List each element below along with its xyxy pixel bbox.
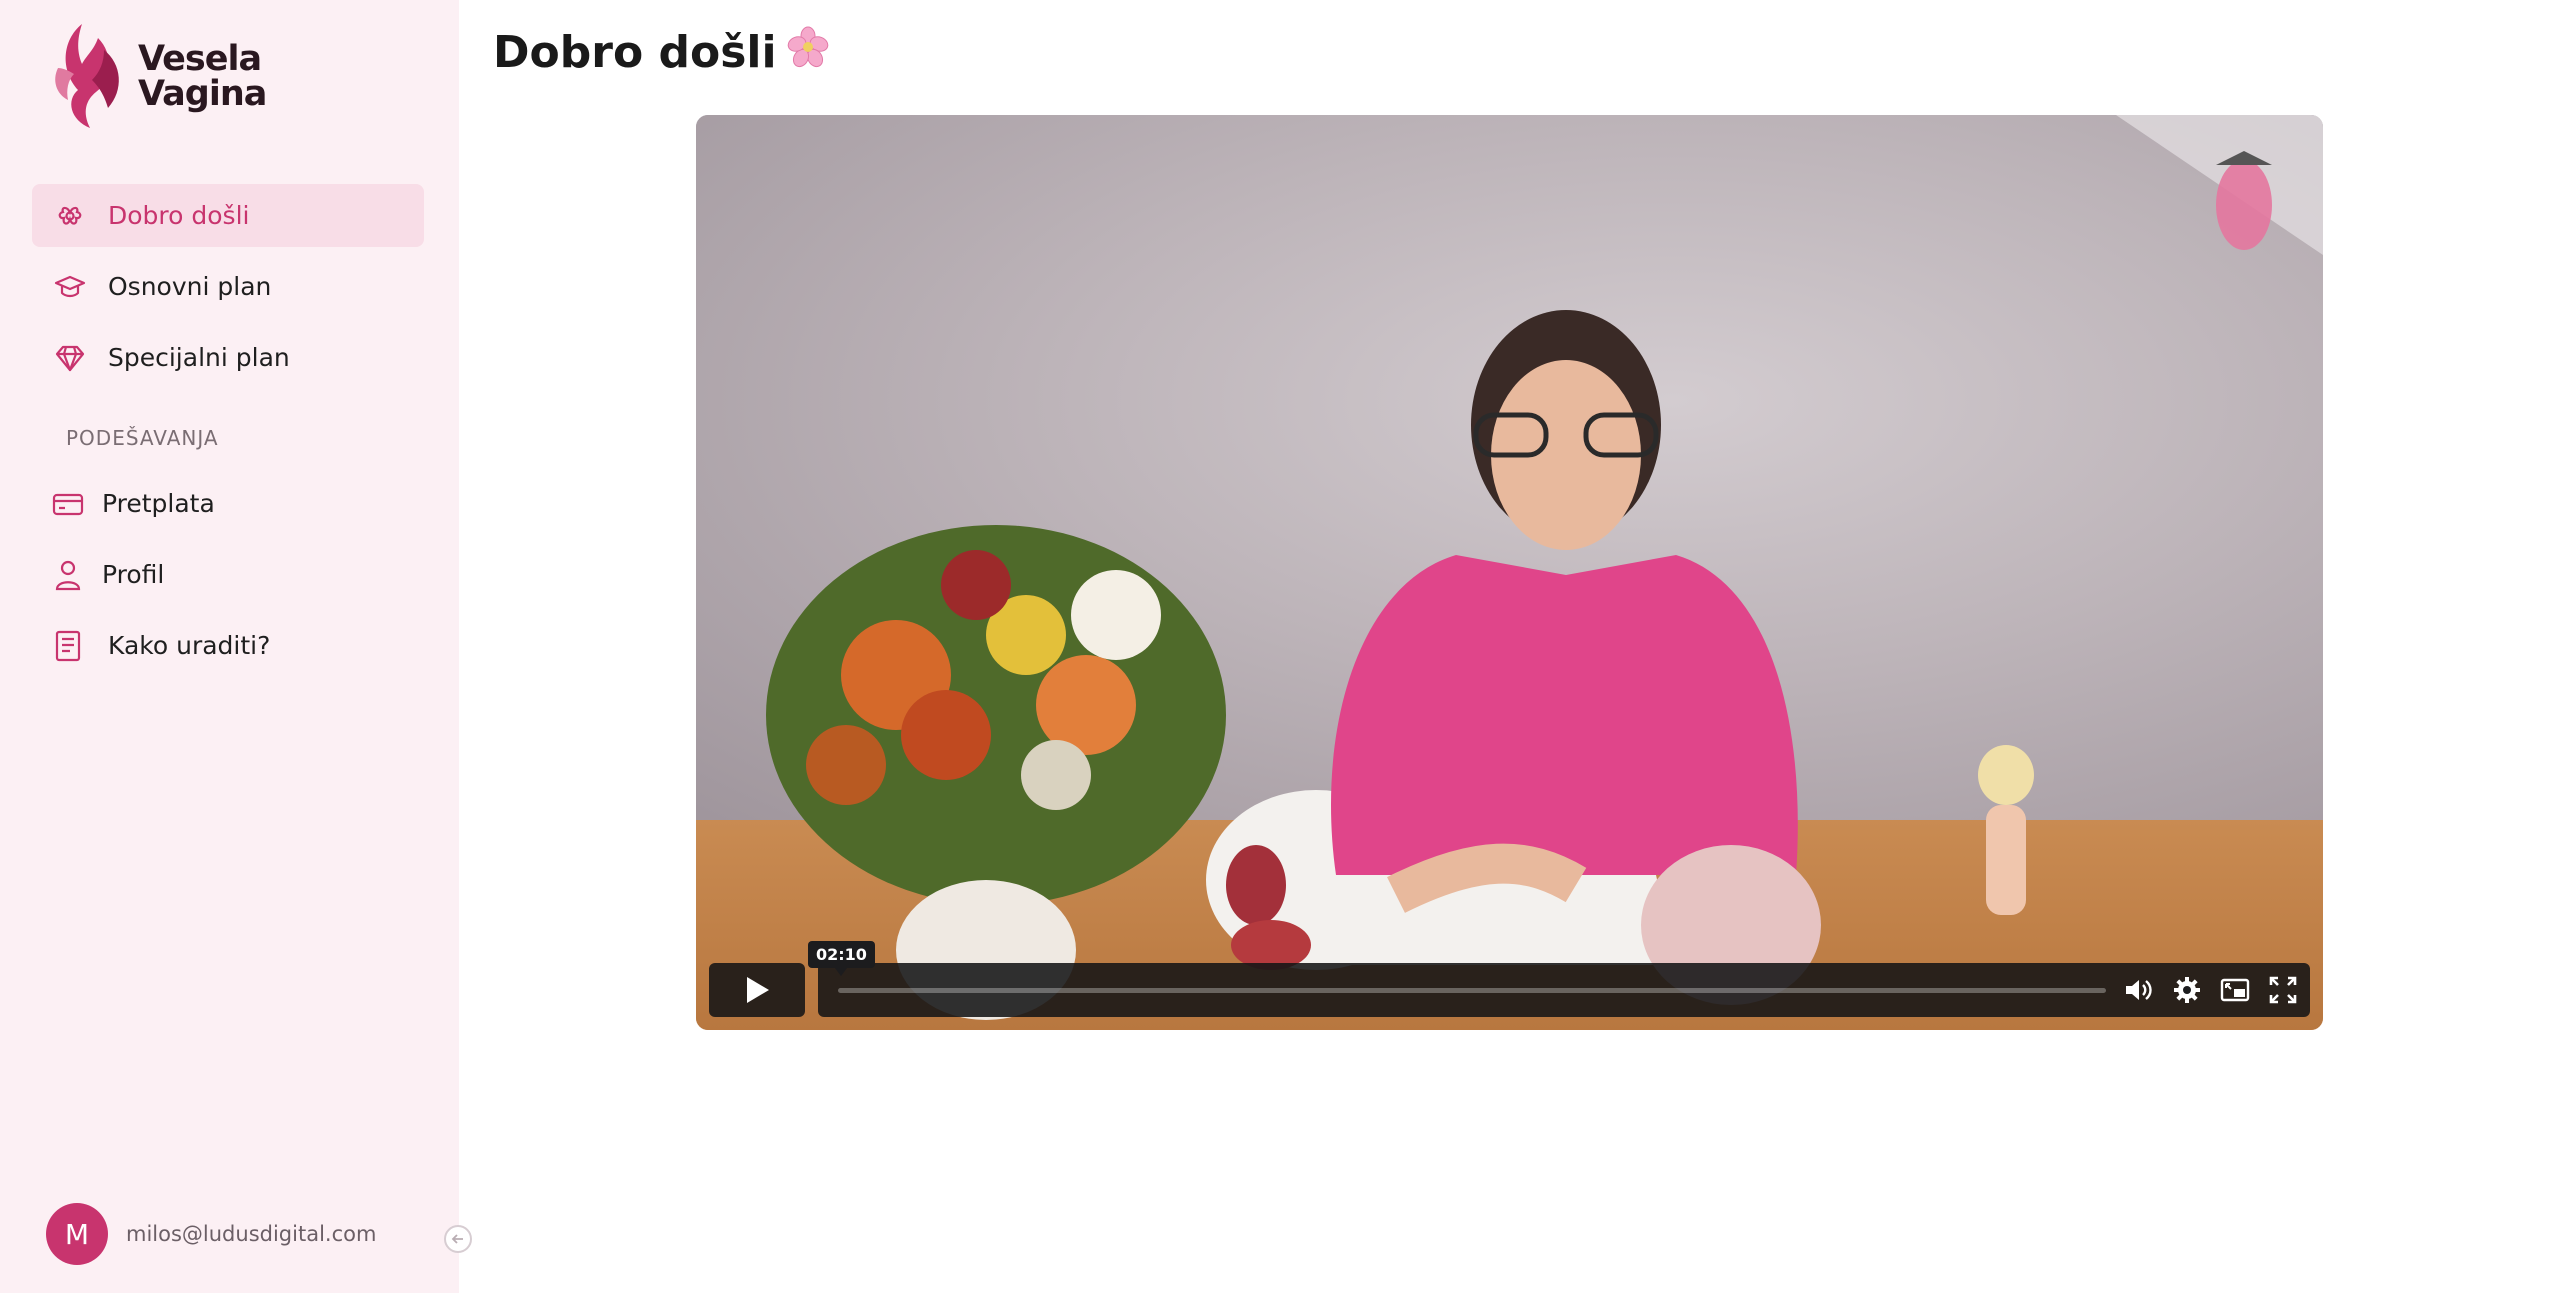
logo-wordmark: Vesela Vagina xyxy=(138,39,267,114)
user-icon xyxy=(52,559,84,591)
video-progress-bar[interactable] xyxy=(838,987,2106,993)
document-icon xyxy=(52,630,84,662)
volume-button[interactable] xyxy=(2124,975,2154,1005)
sidebar-item-profil[interactable]: Profil xyxy=(32,543,424,606)
page-title: Dobro došli xyxy=(493,26,829,79)
collapse-sidebar-button[interactable] xyxy=(444,1225,472,1253)
graduation-cap-icon xyxy=(54,271,86,303)
picture-in-picture-icon xyxy=(2220,978,2250,1002)
sidebar: Vesela Vagina Dobro došli Osnovni plan S… xyxy=(0,0,472,1293)
sidebar-item-specijalni-plan[interactable]: Specijalni plan xyxy=(32,326,424,389)
settings-icon xyxy=(2174,977,2200,1003)
logo-line-1: Vesela xyxy=(138,39,262,79)
settings-section-label: PODEŠAVANJA xyxy=(66,426,219,450)
play-button[interactable] xyxy=(709,963,805,1017)
diamond-icon xyxy=(54,342,86,374)
user-email: milos@ludusdigital.com xyxy=(126,1222,377,1246)
sidebar-item-pretplata[interactable]: Pretplata xyxy=(32,472,424,535)
sidebar-item-dobro-dosli[interactable]: Dobro došli xyxy=(32,184,424,247)
logo-line-2: Vagina xyxy=(138,74,267,114)
user-account[interactable]: M milos@ludusdigital.com xyxy=(46,1203,376,1265)
sidebar-item-label: Dobro došli xyxy=(108,201,250,230)
main-nav: Dobro došli Osnovni plan Specijalni plan xyxy=(32,184,424,397)
video-time-tooltip: 02:10 xyxy=(808,941,875,976)
arrow-left-icon xyxy=(451,1234,463,1244)
flower-outline-icon xyxy=(54,200,86,232)
volume-icon xyxy=(2126,980,2152,1000)
app-logo[interactable]: Vesela Vagina xyxy=(52,20,272,135)
video-controls xyxy=(709,963,2310,1017)
fullscreen-icon xyxy=(2269,976,2297,1004)
video-player[interactable] xyxy=(696,115,2323,1030)
sidebar-item-label: Pretplata xyxy=(102,489,215,518)
sidebar-item-label: Profil xyxy=(102,560,165,589)
sidebar-item-label: Kako uraditi? xyxy=(108,631,271,660)
settings-button[interactable] xyxy=(2172,975,2202,1005)
fullscreen-button[interactable] xyxy=(2268,975,2298,1005)
avatar[interactable]: M xyxy=(46,1203,108,1265)
credit-card-icon xyxy=(52,488,84,520)
logo-mark-icon xyxy=(55,24,119,128)
sidebar-item-label: Specijalni plan xyxy=(108,343,290,372)
cherry-blossom-icon xyxy=(787,26,829,79)
sidebar-item-label: Osnovni plan xyxy=(108,272,272,301)
video-still-image xyxy=(766,115,2323,1020)
sidebar-item-kako-uraditi[interactable]: Kako uraditi? xyxy=(32,614,424,677)
page-title-text: Dobro došli xyxy=(493,27,777,78)
play-icon xyxy=(747,977,769,1003)
video-control-bar xyxy=(818,963,2310,1017)
sidebar-item-osnovni-plan[interactable]: Osnovni plan xyxy=(32,255,424,318)
picture-in-picture-button[interactable] xyxy=(2220,975,2250,1005)
settings-nav: Pretplata Profil Kako uraditi? xyxy=(32,472,424,685)
